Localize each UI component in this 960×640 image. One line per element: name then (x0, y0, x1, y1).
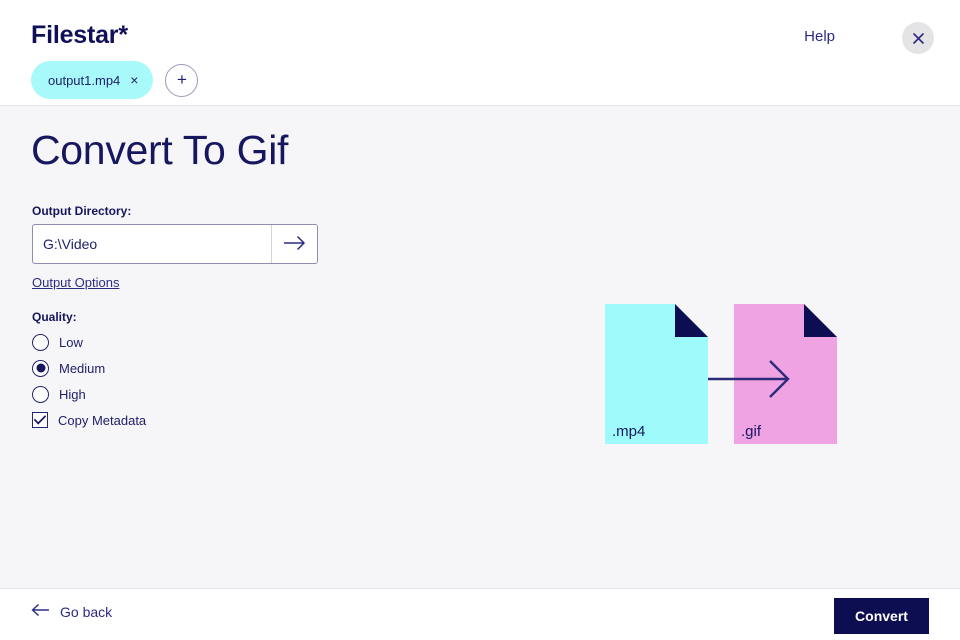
quality-option-low-label: Low (59, 334, 83, 350)
source-file-label: .mp4 (612, 423, 645, 440)
go-back-button[interactable]: Go back (31, 603, 112, 620)
footer-bar: Go back Convert (0, 588, 960, 640)
page-title: Convert To Gif (31, 127, 289, 173)
convert-button[interactable]: Convert (834, 598, 929, 634)
quality-option-medium[interactable]: Medium (32, 355, 146, 381)
window-header: Filestar* Help output1.mp4 × + (0, 0, 960, 106)
output-directory-go-button[interactable] (271, 225, 317, 263)
quality-label: Quality: (32, 310, 77, 324)
quality-option-medium-label: Medium (59, 360, 106, 376)
file-tab-output1[interactable]: output1.mp4 × (31, 61, 154, 99)
filestar-window: Filestar* Help output1.mp4 × + Convert T… (0, 0, 960, 640)
target-file-label: .gif (741, 423, 762, 440)
quality-options: Low Medium High Copy Metadata (32, 329, 146, 433)
copy-metadata-option[interactable]: Copy Metadata (32, 407, 146, 433)
radio-icon-high[interactable] (32, 385, 49, 403)
output-directory-input[interactable] (33, 225, 271, 263)
output-directory-field[interactable] (32, 224, 318, 264)
arrow-right-icon (283, 235, 307, 254)
quality-option-high-label: High (59, 386, 86, 402)
checkbox-icon-copy-metadata[interactable] (32, 412, 48, 428)
help-link[interactable]: Help (804, 28, 835, 45)
window-close-button[interactable] (902, 22, 934, 54)
output-directory-label: Output Directory: (32, 204, 132, 218)
go-back-label: Go back (60, 603, 113, 620)
main-content: Convert To Gif Output Directory: Output … (0, 106, 960, 588)
file-tabs: output1.mp4 × + (31, 61, 199, 99)
arrow-left-icon (31, 603, 50, 620)
output-options-link[interactable]: Output Options (32, 275, 119, 290)
add-file-button[interactable]: + (165, 63, 199, 97)
app-title: Filestar* (31, 21, 128, 49)
copy-metadata-label: Copy Metadata (58, 412, 147, 428)
file-tab-label: output1.mp4 (48, 72, 121, 88)
radio-icon-low[interactable] (32, 333, 49, 351)
radio-icon-medium[interactable] (32, 359, 49, 377)
quality-option-low[interactable]: Low (32, 329, 146, 355)
file-tab-close-icon[interactable]: × (130, 73, 138, 87)
quality-option-high[interactable]: High (32, 381, 146, 407)
conversion-illustration: .mp4 .gif (605, 304, 837, 444)
close-icon (912, 32, 924, 44)
